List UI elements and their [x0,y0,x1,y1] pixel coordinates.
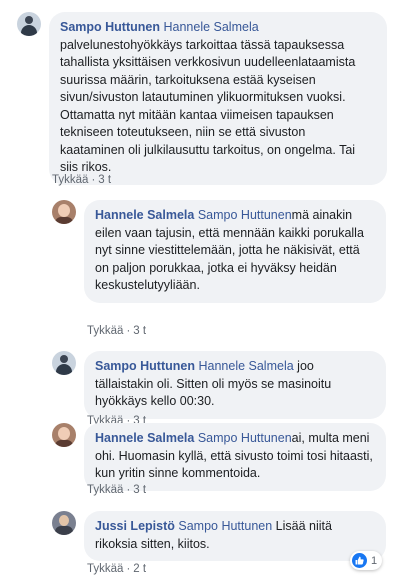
reaction-summary[interactable]: 1 [350,551,383,570]
comment-text-line: Lisää niitä [272,519,332,533]
comment-mention[interactable]: Hannele Salmela [163,20,258,34]
comment-text-line: ohi. Huomasin kyllä, että sivusto toimi … [95,448,373,463]
comment-bubble: Hannele Salmela Sampo Huttunenai, multa … [84,423,386,491]
like-button[interactable]: Tykkää [87,484,123,496]
comment-author[interactable]: Sampo Huttunen [95,359,195,373]
comment-time[interactable]: 3 t [133,484,146,496]
comment-text-line: nyt sinne viestittelemään, jotta he näki… [95,243,360,257]
comment-text-line: tällaistakin oli. Sitten oli myös se mas… [95,376,332,391]
comment-bubble: Sampo Huttunen Hannele Salmela palvelune… [49,12,387,185]
comment: Sampo Huttunen Hannele Salmela palvelune… [17,12,387,185]
like-button[interactable]: Tykkää [52,174,88,186]
comment-author[interactable]: Hannele Salmela [95,431,194,445]
comment-text-line: tekniseen toteutukseen, niin se että siv… [60,125,306,139]
comment-mention[interactable]: Sampo Huttunen [178,519,272,533]
separator: · [126,325,131,337]
comment-actions: Tykkää · 3 t [87,484,146,496]
reply: Hannele Salmela Sampo Huttunenmä ainakin… [52,200,392,303]
comment-text-line: suurissa määrin, tarkoituksena estää kys… [60,72,316,87]
comment-actions: Tykkää · 2 t [87,563,146,575]
comment-text-line: rikoksia sitten, kiitos. [95,536,210,551]
comment-text-line: kaataminen oli julkilausuttu tarkoitus, … [60,142,356,157]
avatar[interactable] [17,12,41,36]
comment-time[interactable]: 3 t [133,325,146,337]
comment-text-line: sivun/sivuston latautuminen ylikuormituk… [60,90,346,104]
reply: Jussi Lepistö Sampo Huttunen Lisää niitä… [52,511,392,561]
reply: Sampo Huttunen Hannele Salmela joo tälla… [52,351,392,419]
comment-text-line: ai, multa meni [291,431,370,445]
comment-text-line: joo [293,359,314,373]
separator: · [91,174,96,186]
comment-time[interactable]: 3 t [98,174,111,186]
comment-author[interactable]: Jussi Lepistö [95,519,175,533]
comment-actions: Tykkää · 3 t [87,325,146,337]
comment-mention[interactable]: Sampo Huttunen [198,431,292,445]
comment-text-line: hyökkäys kello 00:30. [95,394,215,408]
avatar[interactable] [52,423,76,447]
comment-text-line: tahallista yksittäisen verkkosivun uudel… [60,55,356,69]
separator: · [126,563,131,575]
comment-mention[interactable]: Sampo Huttunen [198,208,292,222]
avatar[interactable] [52,200,76,224]
comment-mention[interactable]: Hannele Salmela [198,359,293,373]
comment-text-line: keskustelutyyliään. [95,278,200,292]
like-button[interactable]: Tykkää [87,563,123,575]
avatar[interactable] [52,511,76,535]
avatar[interactable] [52,351,76,375]
comment-actions: Tykkää · 3 t [52,174,111,186]
comment-author[interactable]: Hannele Salmela [95,208,194,222]
comment-text-line: mä ainakin [291,208,353,222]
comment-bubble: Jussi Lepistö Sampo Huttunen Lisää niitä… [84,511,386,561]
comment-text-line: eilen vaan tajusin, että mennään kaikki … [95,225,364,240]
comment-text-line: on paljon porukkaa, jotka ei hyväksy hei… [95,260,337,275]
separator: · [126,484,131,496]
comment-text-line: palvelunestohyökkäys tarkoittaa tässä ta… [60,37,345,52]
thumbs-up-icon [352,553,367,568]
comment-text-line: kun yritin sinne kommentoida. [95,466,261,480]
comment-bubble: Hannele Salmela Sampo Huttunenmä ainakin… [84,200,386,303]
comment-author[interactable]: Sampo Huttunen [60,20,160,34]
like-button[interactable]: Tykkää [87,325,123,337]
reply: Hannele Salmela Sampo Huttunenai, multa … [52,423,392,491]
comment-text-line: Ottamatta nyt mitään kantaa viimeisen ta… [60,107,334,122]
comment-time[interactable]: 2 t [133,563,146,575]
comment-bubble: Sampo Huttunen Hannele Salmela joo tälla… [84,351,386,419]
reaction-count: 1 [371,554,378,567]
